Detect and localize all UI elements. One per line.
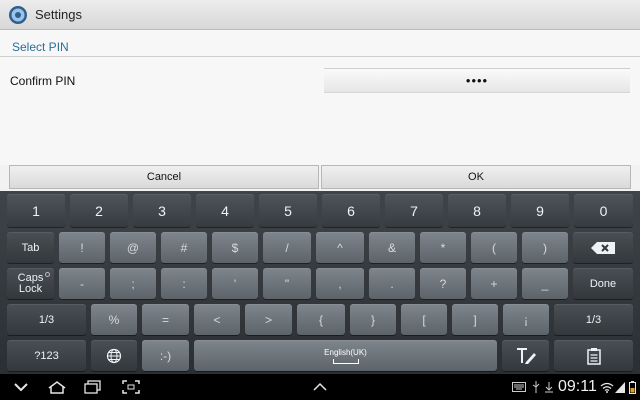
app-title: Settings [35, 7, 82, 22]
backspace-icon [591, 241, 615, 254]
recent-apps-button[interactable] [78, 374, 108, 400]
key-hash[interactable]: # [161, 232, 207, 263]
globe-icon [106, 348, 122, 363]
key-comma[interactable]: , [316, 268, 364, 299]
dialog-buttons: Cancel OK [0, 165, 640, 191]
key-left-brace[interactable]: { [297, 304, 345, 335]
ok-button[interactable]: OK [321, 165, 631, 189]
handwriting-key[interactable] [502, 340, 549, 371]
tab-key[interactable]: Tab [7, 232, 54, 263]
key-asterisk[interactable]: * [420, 232, 466, 263]
emoticon-key[interactable]: :-) [142, 340, 189, 371]
key-3[interactable]: 3 [133, 194, 191, 227]
system-bar: 09:11 [0, 374, 640, 400]
key-7[interactable]: 7 [385, 194, 443, 227]
key-colon[interactable]: : [161, 268, 207, 299]
key-1[interactable]: 1 [7, 194, 65, 227]
key-2[interactable]: 2 [70, 194, 128, 227]
clipboard-icon [586, 347, 601, 365]
key-equals[interactable]: = [142, 304, 189, 335]
pin-dialog: Select PIN Confirm PIN •••• [0, 30, 640, 165]
key-right-paren[interactable]: ) [522, 232, 568, 263]
key-at[interactable]: @ [110, 232, 156, 263]
keyboard-status-icon [510, 374, 528, 400]
on-screen-keyboard: 1 2 3 4 5 6 7 8 9 0 Tab ! @ # $ / ^ & * … [0, 191, 640, 374]
mode-key[interactable]: ?123 [7, 340, 86, 371]
usb-icon [530, 374, 542, 400]
caps-lock-key[interactable]: Caps Lock [7, 268, 54, 299]
key-quote[interactable]: " [263, 268, 311, 299]
wifi-icon [600, 374, 614, 400]
key-9[interactable]: 9 [511, 194, 569, 227]
section-divider [0, 56, 640, 57]
key-slash[interactable]: / [263, 232, 311, 263]
language-key[interactable] [91, 340, 137, 371]
key-apostrophe[interactable]: ' [212, 268, 258, 299]
space-bar-icon [332, 358, 359, 364]
key-underscore[interactable]: _ [522, 268, 568, 299]
key-6[interactable]: 6 [322, 194, 380, 227]
chevron-up-icon [313, 382, 327, 391]
key-left-bracket[interactable]: [ [401, 304, 447, 335]
back-button[interactable] [6, 374, 36, 400]
space-language-label: English(UK) [324, 347, 367, 357]
home-icon [48, 381, 66, 394]
download-icon [543, 374, 555, 400]
key-greater-than[interactable]: > [245, 304, 292, 335]
key-plus[interactable]: + [471, 268, 517, 299]
confirm-pin-label: Confirm PIN [10, 74, 76, 88]
key-left-paren[interactable]: ( [471, 232, 517, 263]
cancel-button[interactable]: Cancel [9, 165, 319, 189]
home-button[interactable] [42, 374, 72, 400]
key-5[interactable]: 5 [259, 194, 317, 227]
space-key[interactable]: English(UK) [194, 340, 497, 371]
caps-lock-label: Caps Lock [17, 271, 44, 295]
key-4[interactable]: 4 [196, 194, 254, 227]
caps-lock-indicator [45, 272, 50, 277]
key-caret[interactable]: ^ [316, 232, 364, 263]
key-ampersand[interactable]: & [369, 232, 415, 263]
backspace-key[interactable] [573, 232, 633, 263]
key-8[interactable]: 8 [448, 194, 506, 227]
key-question[interactable]: ? [420, 268, 466, 299]
title-bar: Settings [0, 0, 640, 30]
key-hyphen[interactable]: - [59, 268, 105, 299]
text-pen-icon [516, 347, 536, 364]
settings-gear-icon [9, 5, 27, 24]
key-semicolon[interactable]: ; [110, 268, 156, 299]
page-next-key[interactable]: 1/3 [554, 304, 633, 335]
battery-icon [627, 374, 637, 400]
confirm-pin-input[interactable]: •••• [324, 68, 630, 93]
clipboard-key[interactable] [554, 340, 633, 371]
key-less-than[interactable]: < [194, 304, 240, 335]
page-prev-key[interactable]: 1/3 [7, 304, 86, 335]
key-right-brace[interactable]: } [350, 304, 396, 335]
status-clock: 09:11 [558, 378, 597, 395]
key-dollar[interactable]: $ [212, 232, 258, 263]
hide-keyboard-button[interactable] [306, 374, 334, 400]
key-exclamation[interactable]: ! [59, 232, 105, 263]
key-0[interactable]: 0 [574, 194, 633, 227]
recent-apps-icon [84, 380, 101, 394]
done-key[interactable]: Done [573, 268, 633, 299]
section-title: Select PIN [12, 40, 69, 54]
key-percent[interactable]: % [91, 304, 137, 335]
screenshot-button[interactable] [116, 374, 146, 400]
signal-icon [614, 374, 626, 400]
key-period[interactable]: . [369, 268, 415, 299]
key-right-bracket[interactable]: ] [452, 304, 498, 335]
screenshot-icon [122, 380, 140, 394]
key-inverted-exclamation[interactable]: ¡ [503, 304, 549, 335]
chevron-down-icon [14, 383, 28, 392]
